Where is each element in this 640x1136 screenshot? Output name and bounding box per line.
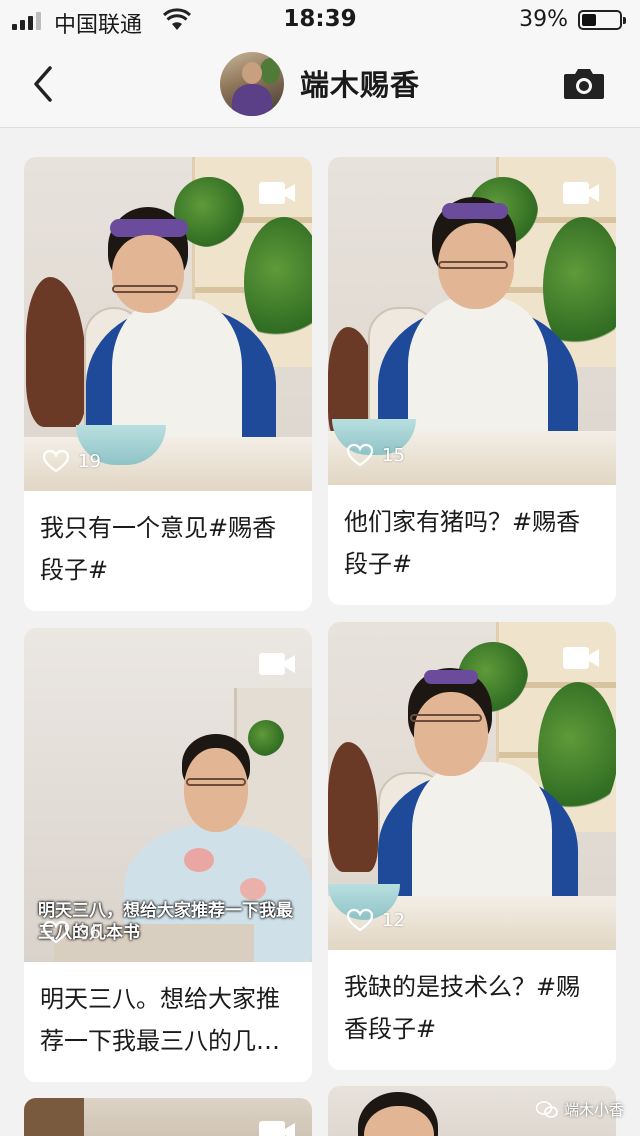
video-thumbnail xyxy=(24,1098,312,1136)
watermark-label: 端木小香 xyxy=(563,1101,624,1119)
like-count: 15 xyxy=(346,443,405,467)
avatar[interactable] xyxy=(220,52,284,116)
card-caption: 我只有一个意见#赐香段子# xyxy=(40,514,277,584)
heart-icon xyxy=(42,920,70,944)
video-thumbnail: 15 xyxy=(328,157,616,485)
video-card[interactable]: 15 他们家有猪吗？#赐香段子# xyxy=(328,157,616,605)
heart-icon xyxy=(346,443,374,467)
battery-percentage: 39% xyxy=(519,7,568,32)
like-count: 19 xyxy=(42,449,101,473)
video-camera-icon xyxy=(563,182,599,204)
like-count-label: 36 xyxy=(78,921,101,943)
heart-icon xyxy=(42,449,70,473)
page-title: 端木赐香 xyxy=(300,68,421,102)
chevron-left-icon[interactable] xyxy=(28,62,58,106)
like-count-label: 12 xyxy=(382,909,405,931)
video-camera-icon xyxy=(259,1121,295,1136)
wechat-icon xyxy=(535,1100,558,1118)
card-caption: 我缺的是技术么？#赐香段子# xyxy=(344,973,581,1043)
video-camera-icon xyxy=(563,647,599,669)
video-card[interactable] xyxy=(24,1098,312,1136)
video-card[interactable]: 明天三八，想给大家推荐一下我最三八的几本书 36 明天三八。想给大家推荐一下我最… xyxy=(24,628,312,1082)
video-thumbnail: 12 xyxy=(328,622,616,950)
video-thumbnail: 19 xyxy=(24,157,312,491)
video-card[interactable]: 19 我只有一个意见#赐香段子# xyxy=(24,157,312,611)
video-card[interactable]: 12 我缺的是技术么？#赐香段子# xyxy=(328,622,616,1070)
battery-icon xyxy=(578,10,626,30)
navigation-bar: 端木赐香 xyxy=(0,40,640,128)
card-caption: 他们家有猪吗？#赐香段子# xyxy=(344,508,581,578)
video-camera-icon xyxy=(259,653,295,675)
like-count-label: 19 xyxy=(78,450,101,472)
like-count-label: 15 xyxy=(382,444,405,466)
heart-icon xyxy=(346,908,374,932)
like-count: 12 xyxy=(346,908,405,932)
card-caption: 明天三八。想给大家推荐一下我最三八的几本书 xyxy=(40,985,280,1055)
watermark: 端木小香 xyxy=(535,1099,624,1120)
camera-icon[interactable] xyxy=(563,66,605,100)
status-bar: 中国联通 18:39 39% xyxy=(0,0,640,40)
like-count: 36 xyxy=(42,920,101,944)
video-camera-icon xyxy=(259,182,295,204)
video-thumbnail: 明天三八，想给大家推荐一下我最三八的几本书 36 xyxy=(24,628,312,962)
